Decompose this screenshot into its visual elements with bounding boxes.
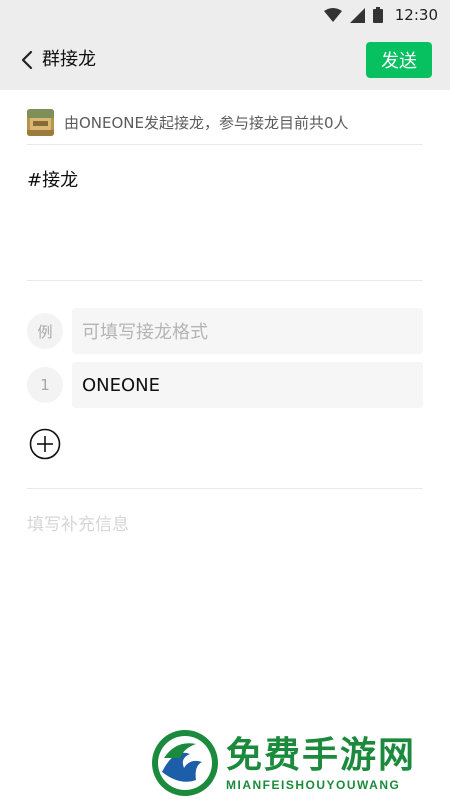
entry-row-example: 例 可填写接龙格式 [27,308,423,354]
entry-placeholder: 可填写接龙格式 [82,322,208,343]
chevron-left-icon [21,50,33,70]
avatar [27,108,54,136]
watermark-cn: 免费手游网 [226,735,417,776]
send-button[interactable]: 发送 [366,42,432,78]
entry-format-input[interactable]: 可填写接龙格式 [72,308,423,354]
entry-number: 例 [27,313,63,349]
battery-icon [372,7,383,23]
watermark-logo-icon [152,730,218,796]
divider [27,144,423,145]
divider [27,488,423,489]
topic-text[interactable]: #接龙 [27,166,78,192]
status-bar: 12:30 [0,0,450,30]
status-icons: 12:30 [323,5,438,25]
initiator-text: 由ONEONE发起接龙，参与接龙目前共0人 [64,113,349,132]
watermark-en: MIANFEISHOUYOUWANG [226,778,401,792]
status-time: 12:30 [394,6,438,24]
page-title: 群接龙 [42,49,96,70]
initiator-row: 由ONEONE发起接龙，参与接龙目前共0人 [27,107,423,137]
entry-row-1: 1 ONEONE [27,362,423,408]
add-entry-button[interactable] [29,428,61,460]
back-button[interactable] [16,47,38,73]
entry-input[interactable]: ONEONE [72,362,423,408]
divider [27,280,423,281]
plus-circle-icon [29,428,61,460]
watermark-text: 免费手游网 MIANFEISHOUYOUWANG [226,734,416,792]
signal-icon [349,7,365,23]
wifi-icon [323,8,342,22]
header: 群接龙 发送 [0,30,450,90]
supplement-input[interactable]: 填写补充信息 [27,510,129,535]
watermark: 免费手游网 MIANFEISHOUYOUWANG [150,728,450,798]
entry-number: 1 [27,367,63,403]
entry-value: ONEONE [82,374,161,396]
